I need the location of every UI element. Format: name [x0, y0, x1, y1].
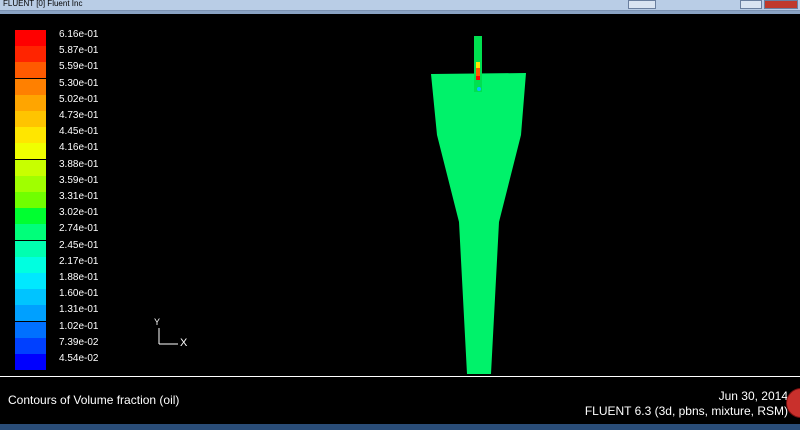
vortex-finder-hot [476, 68, 480, 76]
vortex-finder-tip [476, 76, 480, 80]
window-titlebar: FLUENT [0] Fluent Inc [0, 0, 800, 11]
cyclone-body [431, 73, 526, 374]
taskbar [0, 424, 800, 430]
y-axis-label: Y [154, 317, 161, 327]
window-title: FLUENT [0] Fluent Inc [3, 0, 83, 8]
oil-core-spot [477, 87, 481, 91]
cyclone-geometry [431, 36, 526, 374]
restore-button[interactable] [740, 0, 762, 9]
graphics-canvas[interactable]: 6.16e-01 5.87e-01 5.59e-01 5.30e-01 5.02e-01… [0, 14, 800, 376]
close-button[interactable] [764, 0, 798, 9]
plot-date: Jun 30, 2014 [718, 389, 788, 403]
info-bar: Contours of Volume fraction (oil) Jun 30… [0, 376, 800, 424]
coordinate-axes: Y X [150, 317, 190, 350]
solver-version: FLUENT 6.3 (3d, pbns, mixture, RSM) [584, 404, 788, 418]
minimize-button[interactable] [628, 0, 656, 9]
plot-caption: Contours of Volume fraction (oil) [8, 393, 180, 407]
x-axis-label: X [180, 337, 188, 349]
